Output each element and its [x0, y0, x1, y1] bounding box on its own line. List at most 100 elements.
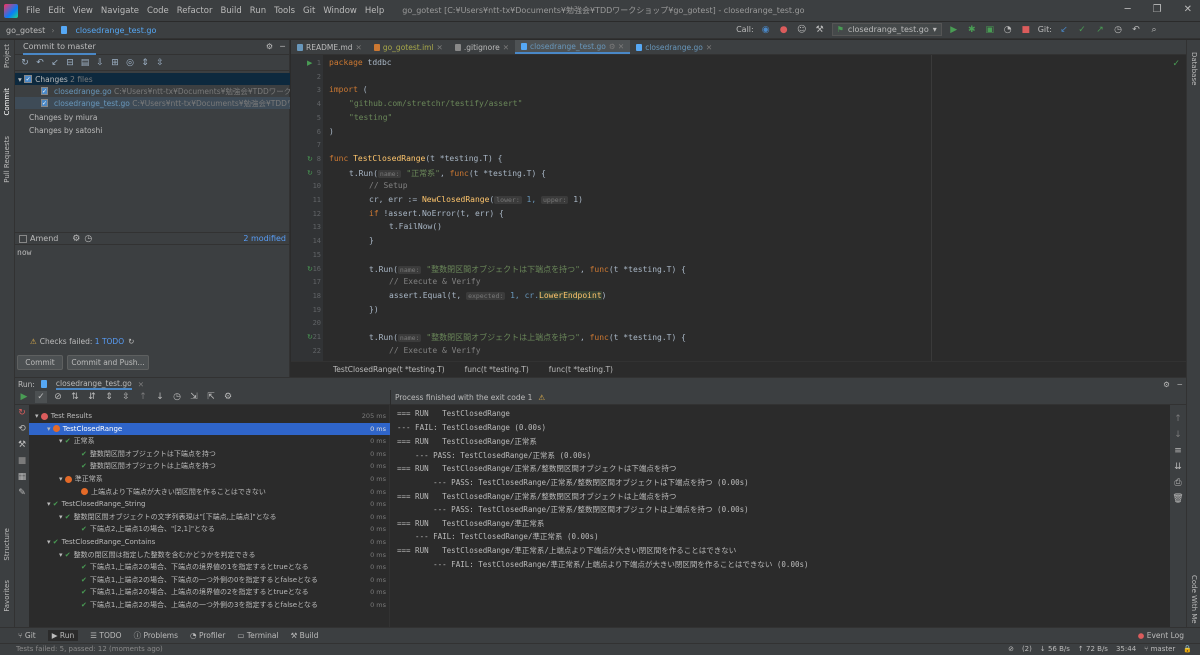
- todo-link[interactable]: 1 TODO: [95, 337, 124, 346]
- menu-run[interactable]: Run: [246, 6, 270, 16]
- code-content[interactable]: package tddbc import ( "github.com/stret…: [329, 55, 1179, 361]
- import-tests-icon[interactable]: ⇲: [188, 391, 200, 403]
- expand-all-icon[interactable]: ⇕: [139, 57, 151, 69]
- changes-checkbox[interactable]: ✓: [24, 75, 33, 83]
- git-push-icon[interactable]: ↗: [1094, 24, 1106, 36]
- test-node[interactable]: ▾ ✔ TestClosedRange_String 0 ms: [29, 498, 390, 510]
- run-gutter-icon[interactable]: ▶: [307, 59, 312, 67]
- test-node[interactable]: ✔ 整数閉区間オブジェクトは上端点を持つ 0 ms: [29, 460, 390, 472]
- search-icon[interactable]: ⌕: [1148, 24, 1160, 36]
- stop-icon[interactable]: ■: [16, 455, 28, 467]
- build-tool-button[interactable]: ⚒ Build: [291, 631, 319, 640]
- menu-refactor[interactable]: Refactor: [173, 6, 217, 16]
- test-node[interactable]: ✔ 下端点1,上端点2の場合、上端点の一つ外側の3を指定するとfalseとなる 0 …: [29, 599, 390, 611]
- close-tab-icon[interactable]: ✕: [138, 380, 144, 389]
- menu-code[interactable]: Code: [143, 6, 173, 16]
- scroll-to-end-icon[interactable]: ⇊: [1172, 461, 1184, 473]
- tab-closedrange-test[interactable]: closedrange_test.go ⚙ ✕: [515, 40, 631, 54]
- export-tests-icon[interactable]: ⇱: [205, 391, 217, 403]
- hide-icon[interactable]: ─: [1177, 380, 1182, 389]
- close-icon[interactable]: ✕: [1184, 4, 1192, 15]
- maximize-icon[interactable]: ❐: [1153, 4, 1162, 15]
- commit-button[interactable]: Commit: [17, 355, 63, 370]
- todo-tool-button[interactable]: ☰ TODO: [90, 631, 121, 640]
- test-node[interactable]: ✔ 整数閉区間オブジェクトは下端点を持つ 0 ms: [29, 448, 390, 460]
- git-branch[interactable]: ⑂ master: [1144, 645, 1175, 653]
- test-node[interactable]: ▾ ✔ 正常系 0 ms: [29, 435, 390, 447]
- commit-and-push-button[interactable]: Commit and Push...: [67, 355, 149, 370]
- database-tool-button[interactable]: Database: [1190, 52, 1198, 85]
- eye-icon[interactable]: ◎: [124, 57, 136, 69]
- code-with-me-tool-button[interactable]: Code With Me: [1190, 575, 1198, 624]
- caret-position[interactable]: 35:44: [1116, 645, 1136, 653]
- test-node[interactable]: ▾ TestClosedRange 0 ms: [29, 422, 390, 435]
- menu-tools[interactable]: Tools: [270, 6, 299, 16]
- test-node[interactable]: ✔ 下端点1,上端点2の場合、下端点の一つ外側の0を指定するとfalseとなる 0 …: [29, 574, 390, 586]
- tab-readme[interactable]: README.md ✕: [291, 40, 368, 54]
- run-test-gutter-icon[interactable]: ↻: [307, 169, 313, 177]
- lock-icon[interactable]: 🔒: [1183, 645, 1192, 653]
- menu-build[interactable]: Build: [216, 6, 245, 16]
- previous-failed-icon[interactable]: ↑: [137, 391, 149, 403]
- clock-icon[interactable]: ◷: [82, 233, 94, 245]
- code-with-me-icon[interactable]: ◉: [760, 24, 772, 36]
- problems-tool-button[interactable]: ⓘ Problems: [134, 630, 178, 641]
- git-commit-icon[interactable]: ✓: [1076, 24, 1088, 36]
- project-tool-button[interactable]: Project: [3, 44, 11, 68]
- diff-icon[interactable]: ⊟: [64, 57, 76, 69]
- commit-tab[interactable]: Commit to master: [23, 40, 96, 55]
- file-checkbox[interactable]: ✓: [41, 87, 49, 95]
- wrench-icon[interactable]: ⚒: [16, 439, 28, 451]
- event-log-tool-button[interactable]: ● Event Log: [1138, 631, 1184, 640]
- menu-edit[interactable]: Edit: [44, 6, 68, 16]
- minimize-icon[interactable]: ─: [1125, 4, 1131, 15]
- menu-view[interactable]: View: [69, 6, 97, 16]
- toggle-auto-test-icon[interactable]: ⟲: [16, 423, 28, 435]
- stop-icon[interactable]: ■: [1020, 24, 1032, 36]
- refresh-icon[interactable]: ↻: [19, 57, 31, 69]
- test-node[interactable]: ▾ ✔ 整数閉区間オブジェクトの文字列表現は"[下端点,上端点]"となる 0 ms: [29, 511, 390, 523]
- refresh-icon[interactable]: ↻: [128, 337, 134, 346]
- amend-checkbox[interactable]: [19, 234, 27, 243]
- tab-closedrange[interactable]: closedrange.go ✕: [630, 40, 718, 54]
- changelist-satoshi[interactable]: Changes by satoshi: [15, 124, 290, 136]
- run-icon[interactable]: ▶: [948, 24, 960, 36]
- file-checkbox[interactable]: ✓: [41, 99, 49, 107]
- record-icon[interactable]: ●: [778, 24, 790, 36]
- user-icon[interactable]: ☺: [796, 24, 808, 36]
- breadcrumb-file[interactable]: closedrange_test.go: [70, 26, 163, 35]
- amend-label[interactable]: Amend: [30, 234, 58, 243]
- test-node[interactable]: ▾ ✔ TestClosedRange_Contains 0 ms: [29, 536, 390, 548]
- favorites-tool-button[interactable]: Favorites: [3, 580, 11, 612]
- test-node[interactable]: 上端点より下端点が大きい閉区間を作ることはできない 0 ms: [29, 486, 390, 498]
- profiler-tool-button[interactable]: ◔ Profiler: [190, 631, 225, 640]
- hammer-icon[interactable]: ⚒: [814, 24, 826, 36]
- print-icon[interactable]: ⎙: [1172, 477, 1184, 489]
- gear-icon[interactable]: ⚙: [1163, 380, 1170, 389]
- debug-icon[interactable]: ✱: [966, 24, 978, 36]
- status-icon[interactable]: ⊘: [1008, 645, 1014, 653]
- test-results-root[interactable]: ▾ Test Results 205 ms: [29, 410, 390, 422]
- git-update-icon[interactable]: ↙: [1058, 24, 1070, 36]
- show-passed-icon[interactable]: ✓: [35, 391, 47, 403]
- commit-message-input[interactable]: now: [17, 248, 287, 328]
- hide-icon[interactable]: ─: [280, 42, 285, 51]
- update-icon[interactable]: ↙: [49, 57, 61, 69]
- gear-icon[interactable]: ⚙: [222, 391, 234, 403]
- menu-git[interactable]: Git: [299, 6, 319, 16]
- terminal-tool-button[interactable]: ▭ Terminal: [237, 631, 278, 640]
- git-tool-button[interactable]: ⑂ Git: [18, 631, 36, 640]
- gear-icon[interactable]: ⚙: [266, 42, 273, 51]
- collapse-all-icon[interactable]: ⇳: [154, 57, 166, 69]
- modified-count[interactable]: 2 modified: [243, 234, 286, 243]
- sort-duration-icon[interactable]: ⇵: [86, 391, 98, 403]
- rerun-failed-icon[interactable]: ↻: [16, 407, 28, 419]
- commit-tool-button[interactable]: Commit: [3, 88, 11, 116]
- rerun-icon[interactable]: ▶: [18, 391, 30, 403]
- expand-all-icon[interactable]: ⇕: [103, 391, 115, 403]
- run-test-gutter-icon[interactable]: ↻: [307, 333, 313, 341]
- run-configuration-select[interactable]: ⚑ closedrange_test.go ▾: [831, 23, 942, 36]
- menu-help[interactable]: Help: [361, 6, 388, 16]
- history-icon[interactable]: ◷: [171, 391, 183, 403]
- soft-wrap-icon[interactable]: ≡: [1172, 445, 1184, 457]
